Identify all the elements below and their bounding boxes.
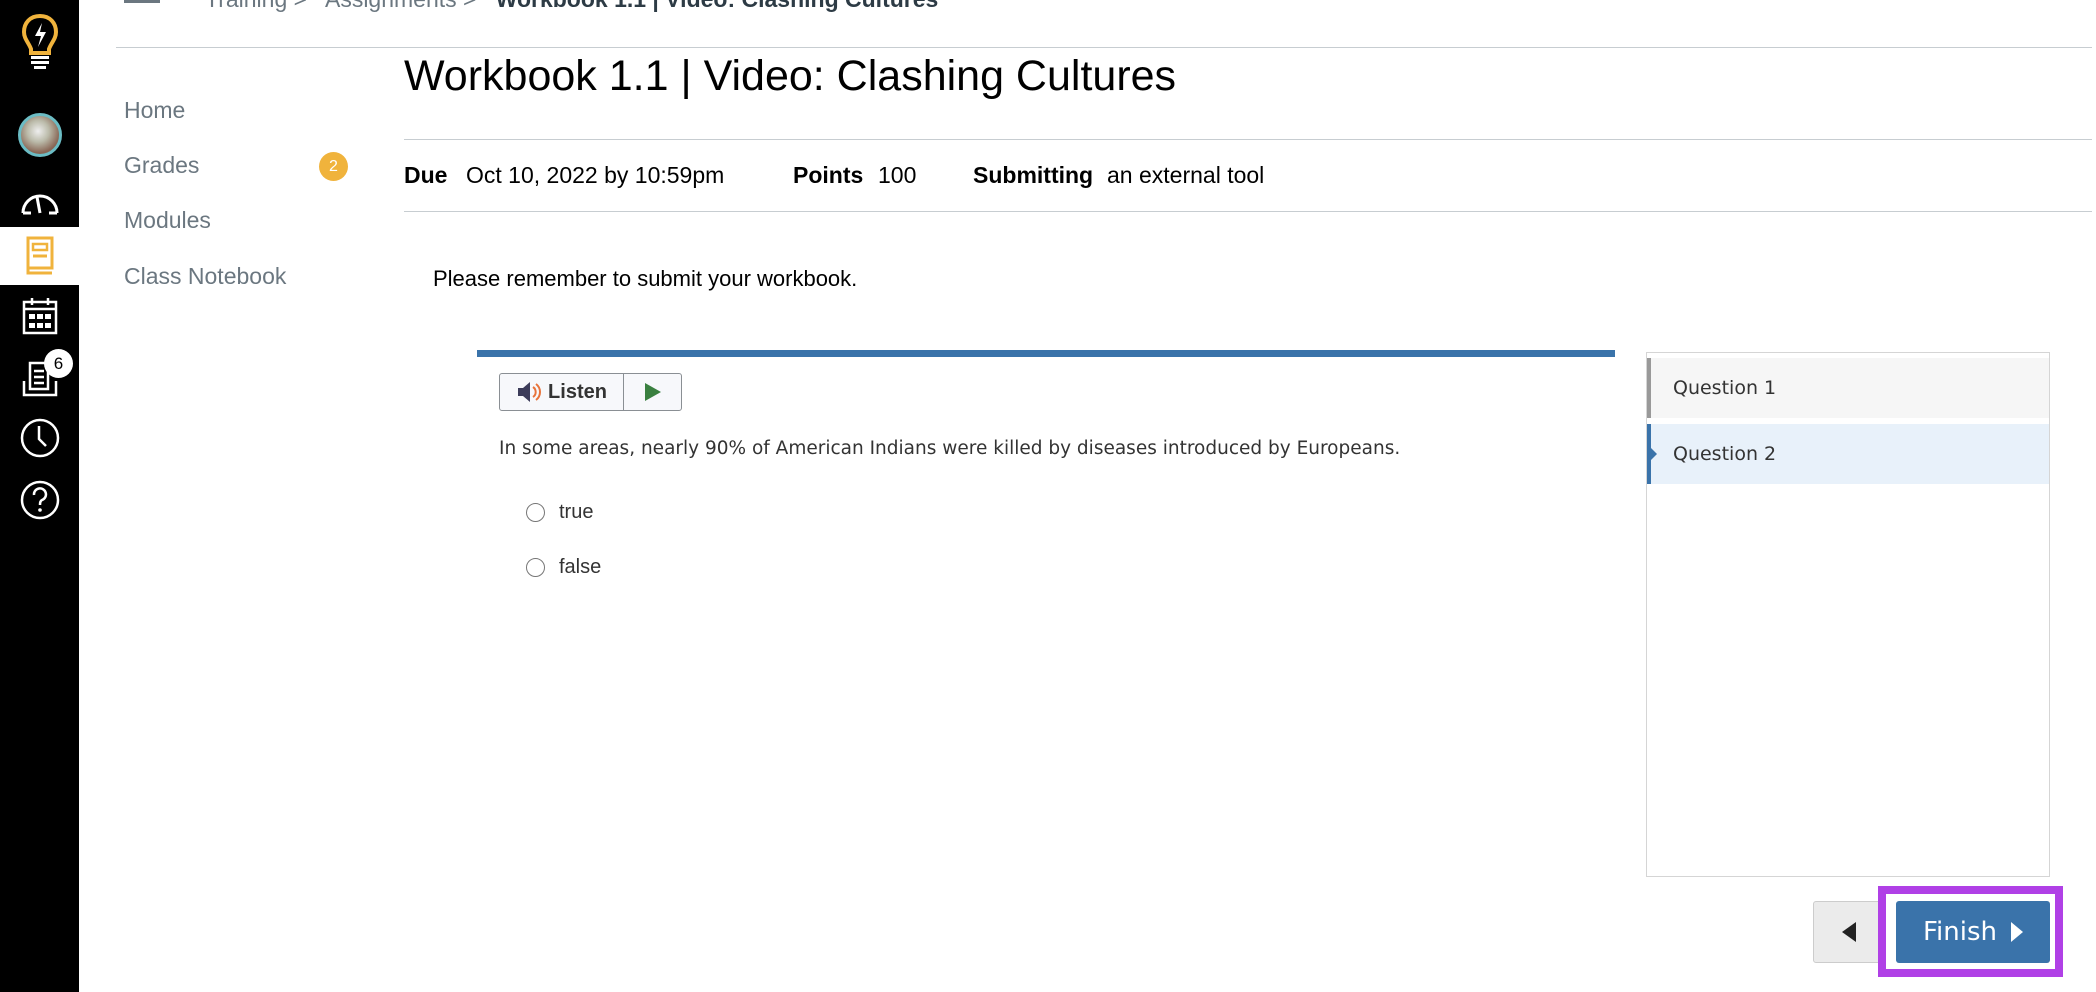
course-nav-home[interactable]: Home xyxy=(124,97,185,124)
option-label: false xyxy=(559,556,602,578)
account-avatar[interactable] xyxy=(0,113,79,157)
question-item-1[interactable]: Question 1 xyxy=(1647,358,2049,418)
page-title: Workbook 1.1 | Video: Clashing Cultures xyxy=(404,52,1177,100)
inbox-badge: 6 xyxy=(44,349,73,378)
question-item-2[interactable]: Question 2 xyxy=(1647,424,2049,484)
quiz-top-bar xyxy=(477,350,1615,357)
play-button[interactable] xyxy=(624,374,681,410)
points-label: Points xyxy=(793,162,864,188)
option-label: true xyxy=(559,501,594,523)
assignment-note: Please remember to submit your workbook. xyxy=(433,266,858,291)
option-true[interactable]: true xyxy=(526,501,593,524)
course-nav-grades[interactable]: Grades xyxy=(124,152,199,179)
current-marker-icon xyxy=(1651,448,1657,460)
courses-icon[interactable] xyxy=(0,227,79,285)
speaker-icon xyxy=(518,382,542,402)
divider xyxy=(404,139,2092,140)
breadcrumb-assignments[interactable]: Assignments xyxy=(325,0,457,12)
breadcrumb: Training > Assignments > Workbook 1.1 | … xyxy=(205,0,938,13)
grades-badge: 2 xyxy=(319,152,348,181)
finish-label: Finish xyxy=(1922,917,1997,947)
submitting-label: Submitting xyxy=(973,162,1094,188)
radio-true[interactable] xyxy=(526,503,545,522)
listen-button[interactable]: Listen xyxy=(500,374,624,410)
breadcrumb-current: Workbook 1.1 | Video: Clashing Cultures xyxy=(496,0,939,12)
dashboard-icon[interactable] xyxy=(0,183,79,219)
listen-label: Listen xyxy=(548,380,607,403)
due-value: Oct 10, 2022 by 10:59pm xyxy=(466,162,725,188)
inbox-icon[interactable]: 6 xyxy=(0,349,79,400)
listen-widget: Listen xyxy=(499,373,682,411)
help-icon[interactable] xyxy=(0,480,79,520)
caret-right-icon xyxy=(2011,922,2023,942)
play-icon xyxy=(644,383,661,401)
breadcrumb-training[interactable]: Training xyxy=(205,0,287,12)
menu-hamburger-icon[interactable] xyxy=(124,0,160,3)
submitting-value: an external tool xyxy=(1107,162,1265,188)
question-text: In some areas, nearly 90% of American In… xyxy=(499,438,1401,459)
divider xyxy=(116,47,2092,48)
course-nav-class-notebook[interactable]: Class Notebook xyxy=(124,263,286,290)
caret-left-icon xyxy=(1842,922,1856,942)
previous-button[interactable] xyxy=(1813,901,1885,963)
radio-false[interactable] xyxy=(526,558,545,577)
due-label: Due xyxy=(404,162,448,188)
course-nav-modules[interactable]: Modules xyxy=(124,207,211,234)
option-false[interactable]: false xyxy=(526,556,601,579)
question-label: Question 2 xyxy=(1673,443,1777,465)
finish-button[interactable]: Finish xyxy=(1896,901,2050,963)
logo-lightbulb-icon[interactable] xyxy=(0,12,79,72)
divider xyxy=(404,211,2092,212)
points-value: 100 xyxy=(878,162,917,188)
question-list: Question 1 Question 2 xyxy=(1646,352,2050,877)
history-clock-icon[interactable] xyxy=(0,418,79,458)
global-nav: 6 xyxy=(0,0,79,992)
calendar-icon[interactable] xyxy=(0,296,79,336)
